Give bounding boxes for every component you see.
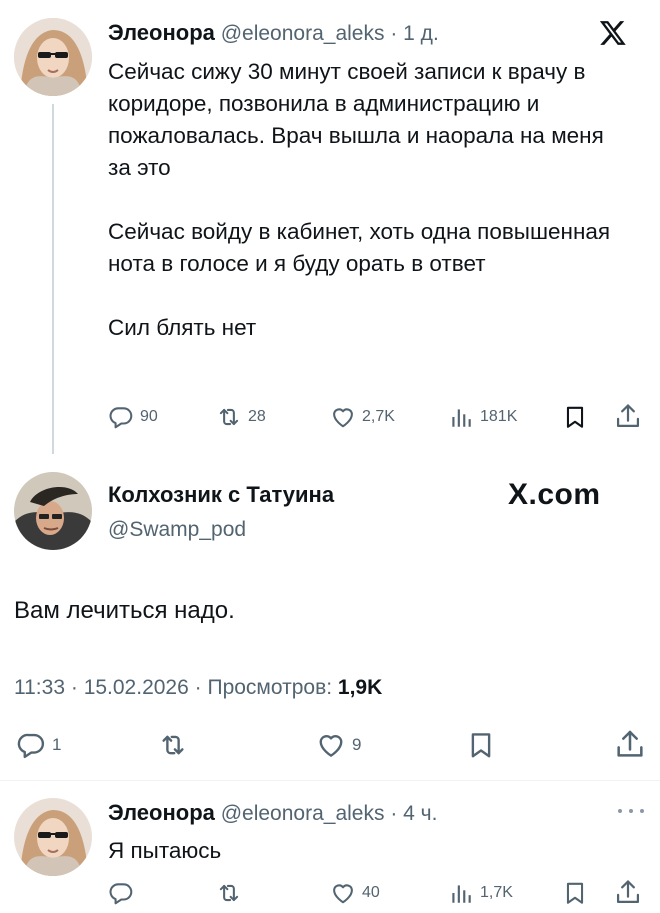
avatar-image xyxy=(14,472,92,550)
like-button[interactable]: 9 xyxy=(316,730,361,760)
repost-icon xyxy=(216,880,242,906)
more-dot xyxy=(629,809,633,813)
separator: · xyxy=(390,22,398,45)
reply-button[interactable] xyxy=(108,880,134,906)
reply-count: 90 xyxy=(140,408,158,425)
tweet-time[interactable]: 1 д. xyxy=(403,22,439,45)
repost-count: 28 xyxy=(248,408,266,425)
repost-icon xyxy=(158,730,188,760)
tweet-time[interactable]: 4 ч. xyxy=(403,802,437,825)
reply-icon xyxy=(108,404,134,430)
like-button[interactable]: 40 xyxy=(330,880,380,906)
tweet-time[interactable]: 11:33 xyxy=(14,676,65,699)
views-button[interactable]: 1,7K xyxy=(448,880,513,906)
author-name[interactable]: Элеонора xyxy=(108,20,215,45)
share-icon[interactable] xyxy=(614,402,642,430)
reply-icon xyxy=(108,880,134,906)
avatar-image xyxy=(14,18,92,96)
author-handle[interactable]: @eleonora_aleks xyxy=(221,802,385,825)
tweet1-text: Сейчас сижу 30 минут своей записи к врач… xyxy=(108,56,628,344)
avatar-eleonora[interactable] xyxy=(14,798,92,876)
reply-button[interactable]: 1 xyxy=(16,730,61,760)
avatar-image xyxy=(14,798,92,876)
share-icon[interactable] xyxy=(614,878,642,906)
tweet-paragraph: Сил блять нет xyxy=(108,315,257,340)
tweet1-header: Элеонора @eleonora_aleks · 1 д. xyxy=(108,20,439,46)
views-icon xyxy=(448,404,474,430)
heart-icon xyxy=(316,730,346,760)
tweet3-text: Я пытаюсь xyxy=(108,838,222,863)
author-handle[interactable]: @Swamp_pod xyxy=(108,518,334,542)
tweet2-author: Колхозник с Татуина @Swamp_pod xyxy=(108,482,334,542)
views-count: 1,7K xyxy=(480,884,513,901)
separator: · xyxy=(194,676,202,699)
tweet2-text: Вам лечиться надо. xyxy=(14,597,235,624)
tweet2-meta: 11:33 · 15.02.2026 · Просмотров: 1,9K xyxy=(14,676,382,700)
avatar-swamp[interactable] xyxy=(14,472,92,550)
reply-button[interactable]: 90 xyxy=(108,404,158,430)
views-count: 181K xyxy=(480,408,518,425)
x-com-brand: X.com xyxy=(508,478,601,511)
bookmark-icon[interactable] xyxy=(562,880,588,906)
x-logo-icon xyxy=(598,18,628,48)
repost-button[interactable]: 28 xyxy=(216,404,266,430)
reply-icon xyxy=(16,730,46,760)
repost-button[interactable] xyxy=(216,880,242,906)
divider xyxy=(0,780,660,781)
like-count: 40 xyxy=(362,884,380,901)
views-label: Просмотров: xyxy=(207,676,333,699)
repost-icon xyxy=(216,404,242,430)
reply-count: 1 xyxy=(52,735,62,754)
author-name[interactable]: Элеонора xyxy=(108,800,215,825)
like-count: 2,7K xyxy=(362,408,395,425)
bookmark-icon[interactable] xyxy=(466,730,496,760)
views-count: 1,9K xyxy=(337,676,383,699)
tweet3-header: Элеонора @eleonora_aleks · 4 ч. xyxy=(108,800,437,826)
tweet-paragraph: Сейчас сижу 30 минут своей записи к врач… xyxy=(108,59,604,180)
author-handle[interactable]: @eleonora_aleks xyxy=(221,22,385,45)
views-button[interactable]: 181K xyxy=(448,404,517,430)
tweet-paragraph: Сейчас войду в кабинет, хоть одна повыше… xyxy=(108,219,611,276)
separator: · xyxy=(390,802,398,825)
bookmark-icon[interactable] xyxy=(562,404,588,430)
more-dot xyxy=(640,809,644,813)
author-name[interactable]: Колхозник с Татуина xyxy=(108,482,334,508)
separator: · xyxy=(70,676,78,699)
repost-button[interactable] xyxy=(158,730,188,760)
like-button[interactable]: 2,7K xyxy=(330,404,395,430)
heart-icon xyxy=(330,880,356,906)
thread-connector-line xyxy=(52,104,54,454)
views-icon xyxy=(448,880,474,906)
tweet-date[interactable]: 15.02.2026 xyxy=(84,676,189,699)
share-icon[interactable] xyxy=(614,728,646,760)
like-count: 9 xyxy=(352,735,362,754)
avatar-eleonora[interactable] xyxy=(14,18,92,96)
more-dot xyxy=(618,809,622,813)
more-icon[interactable] xyxy=(618,806,644,816)
heart-icon xyxy=(330,404,356,430)
